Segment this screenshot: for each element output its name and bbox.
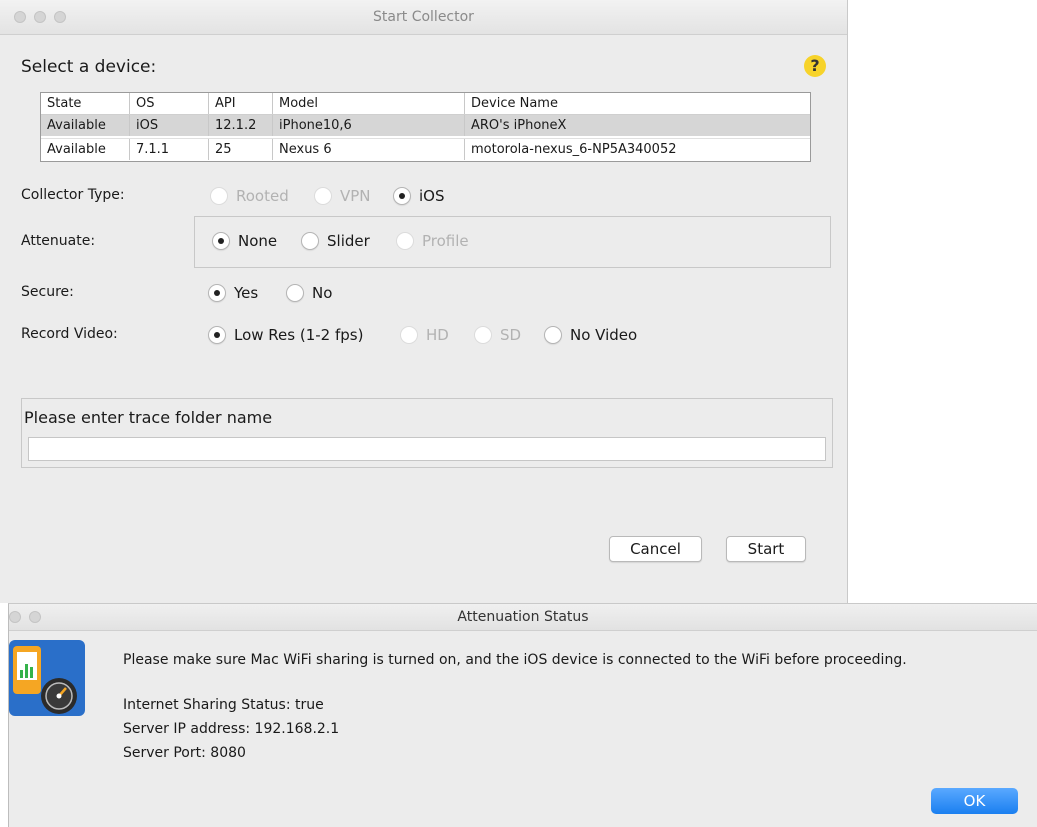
- cell-os: 7.1.1: [130, 139, 209, 160]
- radio-label: Slider: [327, 232, 370, 250]
- radio-button-icon: [210, 187, 228, 205]
- record-video-label: Record Video:: [21, 326, 118, 342]
- radio-button-icon: [286, 284, 304, 302]
- column-header-model[interactable]: Model: [273, 93, 465, 114]
- column-header-device-name[interactable]: Device Name: [465, 93, 810, 114]
- cell-model: Nexus 6: [273, 139, 465, 160]
- radio-sd[interactable]: SD: [474, 326, 521, 344]
- radio-button-icon: [212, 232, 230, 250]
- wifi-instruction-text: Please make sure Mac WiFi sharing is tur…: [123, 652, 907, 668]
- title-bar[interactable]: Attenuation Status: [9, 604, 1037, 631]
- cell-state: Available: [41, 139, 130, 160]
- radio-label: No Video: [570, 326, 638, 344]
- window-title: Start Collector: [373, 9, 474, 25]
- cell-api: 12.1.2: [209, 115, 273, 136]
- radio-button-icon: [208, 284, 226, 302]
- radio-hd[interactable]: HD: [400, 326, 449, 344]
- window-title: Attenuation Status: [457, 609, 589, 625]
- attenuation-status-window: Attenuation Status Please make sure Mac …: [8, 603, 1037, 827]
- trace-folder-input[interactable]: [28, 437, 826, 461]
- column-header-api[interactable]: API: [209, 93, 273, 114]
- start-button[interactable]: Start: [726, 536, 806, 562]
- radio-no[interactable]: No: [286, 284, 332, 302]
- cell-device-name: ARO's iPhoneX: [471, 118, 567, 133]
- radio-button-icon: [474, 326, 492, 344]
- cell-os: iOS: [130, 115, 209, 136]
- cell-device-name: motorola-nexus_6-NP5A340052: [471, 142, 677, 157]
- start-collector-window: Start Collector Select a device: ? State…: [0, 0, 848, 603]
- cell-model: iPhone10,6: [273, 115, 465, 136]
- radio-label: HD: [426, 326, 449, 344]
- aro-app-icon: [9, 640, 85, 716]
- server-ip-address: Server IP address: 192.168.2.1: [123, 721, 340, 737]
- radio-label: None: [238, 232, 278, 250]
- secure-label: Secure:: [21, 284, 74, 300]
- table-row[interactable]: Available 7.1.1 25 Nexus 6 motorola-nexu…: [41, 138, 810, 160]
- radio-vpn[interactable]: VPN: [314, 187, 371, 205]
- cell-api: 25: [209, 139, 273, 160]
- radio-button-icon: [208, 326, 226, 344]
- trace-folder-label: Please enter trace folder name: [24, 408, 273, 427]
- title-bar[interactable]: Start Collector: [0, 0, 847, 35]
- radio-low-res[interactable]: Low Res (1-2 fps): [208, 326, 363, 344]
- radio-yes[interactable]: Yes: [208, 284, 258, 302]
- radio-label: iOS: [419, 187, 445, 205]
- radio-button-icon: [544, 326, 562, 344]
- radio-button-icon: [314, 187, 332, 205]
- cancel-button[interactable]: Cancel: [609, 536, 702, 562]
- attenuate-label: Attenuate:: [21, 233, 96, 249]
- radio-label: SD: [500, 326, 522, 344]
- device-table: State OS API Model Device Name Available…: [40, 92, 811, 162]
- radio-label: Low Res (1-2 fps): [234, 326, 364, 344]
- radio-button-icon: [301, 232, 319, 250]
- radio-none[interactable]: None: [212, 232, 277, 250]
- table-row[interactable]: Available iOS 12.1.2 iPhone10,6 ARO's iP…: [41, 115, 810, 136]
- attenuate-panel: [194, 216, 831, 268]
- column-header-os[interactable]: OS: [130, 93, 209, 114]
- cell-state: Available: [41, 115, 130, 136]
- radio-rooted[interactable]: Rooted: [210, 187, 289, 205]
- radio-label: VPN: [340, 187, 371, 205]
- column-header-state[interactable]: State: [41, 93, 130, 114]
- radio-button-icon: [396, 232, 414, 250]
- collector-type-label: Collector Type:: [21, 187, 125, 203]
- radio-label: Profile: [422, 232, 469, 250]
- radio-button-icon: [393, 187, 411, 205]
- radio-label: Yes: [234, 284, 259, 302]
- radio-label: No: [312, 284, 333, 302]
- radio-profile[interactable]: Profile: [396, 232, 469, 250]
- radio-ios[interactable]: iOS: [393, 187, 445, 205]
- help-icon[interactable]: ?: [804, 55, 826, 77]
- select-device-label: Select a device:: [21, 57, 157, 77]
- internet-sharing-status: Internet Sharing Status: true: [123, 697, 324, 713]
- radio-slider[interactable]: Slider: [301, 232, 370, 250]
- radio-button-icon: [400, 326, 418, 344]
- server-port: Server Port: 8080: [123, 745, 246, 761]
- radio-no-video[interactable]: No Video: [544, 326, 637, 344]
- ok-button[interactable]: OK: [931, 788, 1018, 814]
- table-header: State OS API Model Device Name: [41, 93, 810, 115]
- radio-label: Rooted: [236, 187, 289, 205]
